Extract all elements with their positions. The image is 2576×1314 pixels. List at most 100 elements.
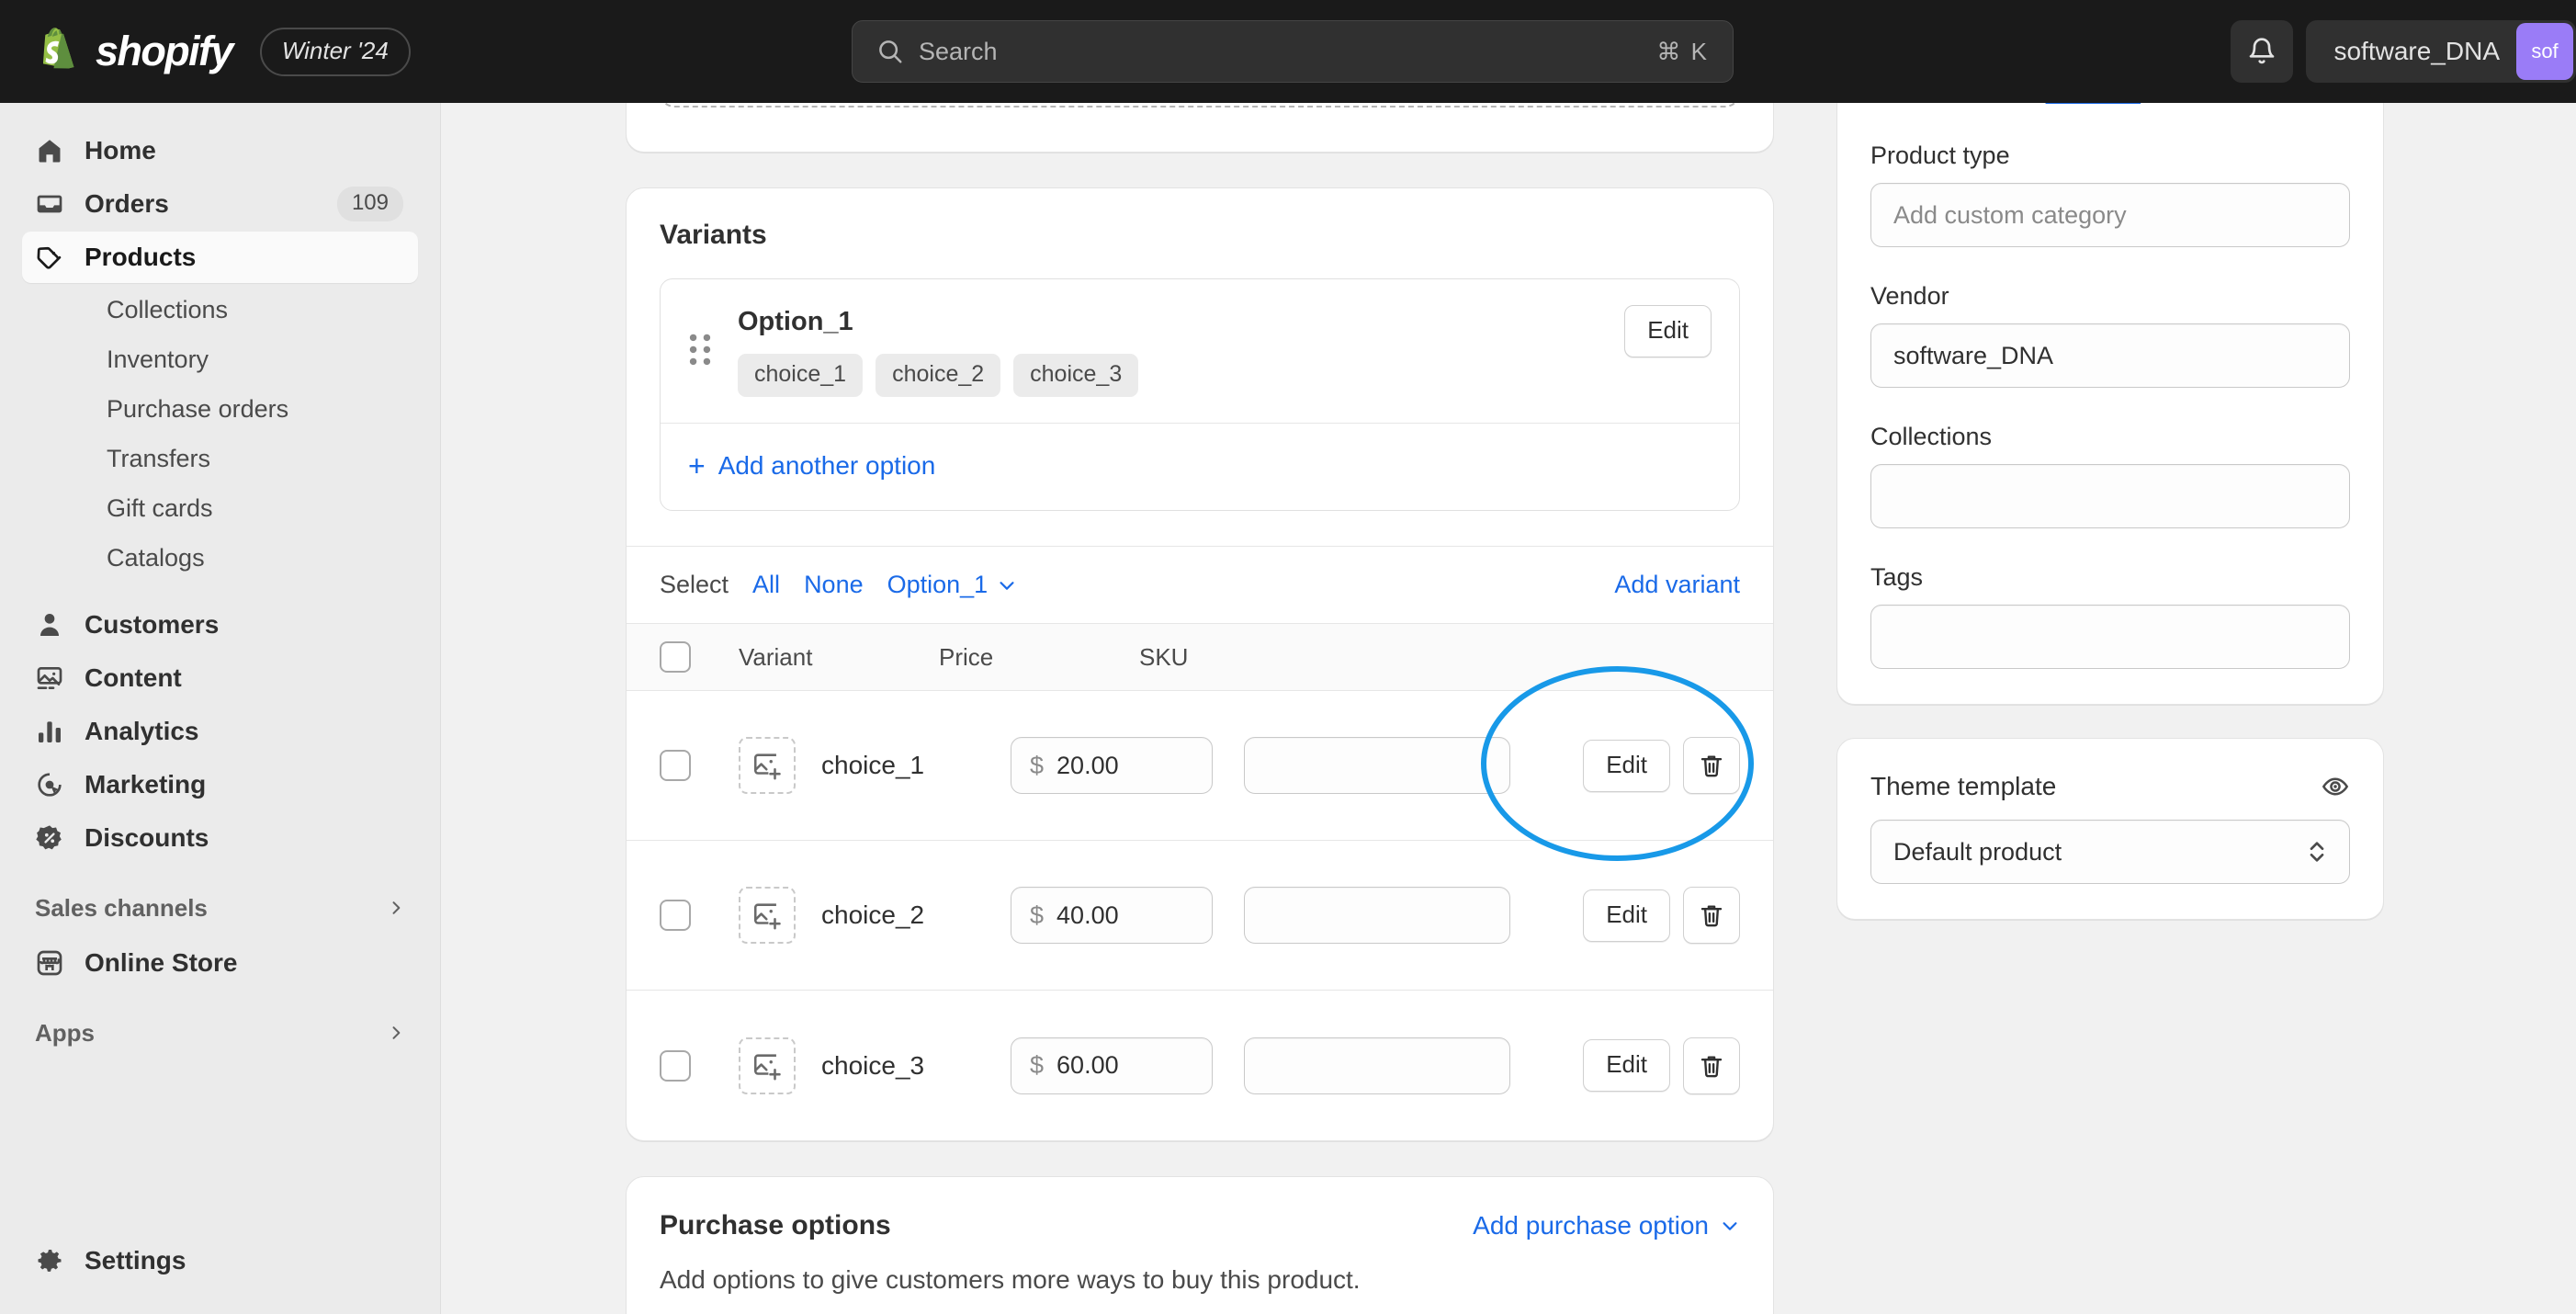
variants-card-title: Variants: [660, 220, 767, 250]
store-switcher-button[interactable]: software_DNA sof: [2306, 20, 2576, 83]
sidebar-subitem-collections[interactable]: Collections: [22, 285, 418, 334]
table-row: choice_3 $ 60.00 Edit: [627, 991, 1773, 1140]
sidebar-item-settings[interactable]: Settings: [22, 1235, 418, 1286]
vendor-input[interactable]: software_DNA: [1870, 323, 2350, 388]
sidebar-item-products[interactable]: Products: [22, 232, 418, 283]
sidebar-item-online-store[interactable]: Online Store: [22, 937, 418, 989]
price-input[interactable]: $ 60.00: [1011, 1036, 1213, 1094]
price-input[interactable]: $ 40.00: [1011, 887, 1213, 944]
row-checkbox-cell: [660, 1049, 739, 1082]
chevron-right-icon: [392, 1026, 401, 1039]
sidebar-subitem-inventory[interactable]: Inventory: [22, 334, 418, 384]
sidebar-item-discounts[interactable]: Discounts: [22, 812, 418, 864]
sidebar-settings-row: Settings: [0, 1233, 440, 1288]
row-delete-button[interactable]: [1683, 887, 1740, 944]
season-badge[interactable]: Winter '24: [259, 27, 411, 76]
row-select-checkbox[interactable]: [660, 1049, 691, 1082]
add-variant-image-button[interactable]: [739, 737, 796, 794]
theme-template-header: Theme template: [1870, 739, 2350, 801]
row-actions: Edit: [1583, 737, 1740, 794]
row-delete-button[interactable]: [1683, 737, 1740, 794]
sidebar-item-label: Orders: [85, 189, 169, 218]
table-row: choice_2 $ 40.00 Edit: [627, 841, 1773, 991]
sidebar-section-sales-channels[interactable]: Sales channels: [22, 880, 418, 935]
select-chevrons-icon: [2310, 842, 2324, 862]
row-edit-button[interactable]: Edit: [1583, 889, 1670, 942]
sidebar-subitem-label: Gift cards: [107, 493, 213, 522]
sidebar-item-analytics[interactable]: Analytics: [22, 706, 418, 757]
media-dropzone[interactable]: [660, 103, 1740, 108]
drag-handle-icon[interactable]: [688, 331, 712, 368]
sidebar-subitem-transfers[interactable]: Transfers: [22, 434, 418, 483]
shopify-brand[interactable]: shopify Winter '24: [0, 27, 411, 76]
products-tag-icon: [37, 246, 62, 269]
sidebar-section-apps[interactable]: Apps: [22, 1005, 418, 1060]
option-edit-button[interactable]: Edit: [1624, 305, 1712, 357]
content-image-icon: [37, 667, 62, 689]
theme-template-select[interactable]: Default product: [1870, 820, 2350, 884]
purchase-options-description: Add options to give customers more ways …: [660, 1265, 1361, 1294]
vendor-label: Vendor: [1870, 282, 1949, 310]
add-purchase-option-label: Add purchase option: [1473, 1211, 1709, 1240]
add-variant-image-button[interactable]: [739, 1036, 796, 1094]
collections-input[interactable]: [1870, 464, 2350, 528]
orders-icon: [37, 195, 62, 213]
add-variant-link[interactable]: Add variant: [1614, 571, 1740, 599]
sidebar-subitem-purchase-orders[interactable]: Purchase orders: [22, 384, 418, 434]
table-row: choice_1 $ 20.00 Edit: [627, 691, 1773, 841]
option-row: Option_1 choice_1 choice_2 choice_3 Edit: [661, 279, 1739, 423]
select-none-link[interactable]: None: [804, 571, 864, 599]
sidebar-item-marketing[interactable]: Marketing: [22, 759, 418, 810]
theme-template-value: Default product: [1893, 837, 2062, 866]
row-select-checkbox[interactable]: [660, 900, 691, 931]
sidebar-item-label: Customers: [85, 610, 220, 639]
sidebar-subitem-gift-cards[interactable]: Gift cards: [22, 483, 418, 533]
sidebar-item-customers[interactable]: Customers: [22, 599, 418, 651]
trash-icon: [1700, 1055, 1723, 1077]
sku-input[interactable]: [1244, 887, 1510, 944]
row-actions: Edit: [1583, 887, 1740, 944]
tax-rates-link[interactable]: tax rates: [2046, 103, 2141, 106]
sidebar-item-home[interactable]: Home: [22, 125, 418, 176]
primary-column: Variants Option_1 choice_1 choice_2 choi…: [626, 103, 1774, 1314]
sidebar-subitem-label: Purchase orders: [107, 394, 289, 423]
product-type-input[interactable]: Add custom category: [1870, 183, 2350, 247]
add-another-option-button[interactable]: + Add another option: [661, 424, 1739, 510]
row-edit-button[interactable]: Edit: [1583, 739, 1670, 792]
sidebar-item-orders[interactable]: Orders 109: [22, 178, 418, 230]
select-all-checkbox[interactable]: [660, 641, 691, 673]
select-all-checkbox-cell: [660, 641, 739, 673]
price-input[interactable]: $ 20.00: [1011, 737, 1213, 794]
sidebar-subitem-label: Inventory: [107, 345, 209, 373]
orders-count-badge: 109: [336, 187, 403, 221]
select-all-link[interactable]: All: [752, 571, 780, 599]
eye-preview-icon[interactable]: [2321, 772, 2350, 801]
store-name-label: software_DNA: [2333, 37, 2500, 65]
sku-input[interactable]: [1244, 1036, 1510, 1094]
topbar-right-cluster: software_DNA sof: [2231, 20, 2576, 83]
search-input[interactable]: Search: [919, 38, 1656, 66]
sidebar-item-content[interactable]: Content: [22, 652, 418, 704]
sku-input[interactable]: [1244, 737, 1510, 794]
sidebar-subitem-catalogs[interactable]: Catalogs: [22, 533, 418, 583]
add-purchase-option-button[interactable]: Add purchase option: [1473, 1211, 1740, 1240]
sidebar-item-label: Online Store: [85, 948, 238, 977]
theme-template-card: Theme template Default product: [1836, 738, 2384, 920]
currency-symbol: $: [1030, 751, 1045, 779]
add-variant-image-button[interactable]: [739, 887, 796, 944]
sidebar-item-label: Products: [85, 243, 197, 271]
row-edit-button[interactable]: Edit: [1583, 1039, 1670, 1092]
row-select-checkbox[interactable]: [660, 750, 691, 781]
trash-icon: [1700, 905, 1723, 927]
option-filter-dropdown[interactable]: Option_1: [887, 571, 1018, 599]
notifications-button[interactable]: [2231, 20, 2294, 83]
tax-note-prefix: Determines US: [1870, 103, 2046, 106]
column-header-sku: SKU: [1139, 642, 1189, 671]
variant-name-label: choice_3: [821, 1050, 925, 1080]
row-delete-button[interactable]: [1683, 1036, 1740, 1094]
sidebar-item-label: Home: [85, 136, 156, 164]
tags-input[interactable]: [1870, 605, 2350, 669]
global-search[interactable]: Search ⌘ K: [852, 20, 1734, 83]
theme-template-label: Theme template: [1870, 772, 2057, 800]
option-group-box: Option_1 choice_1 choice_2 choice_3 Edit…: [660, 278, 1740, 511]
